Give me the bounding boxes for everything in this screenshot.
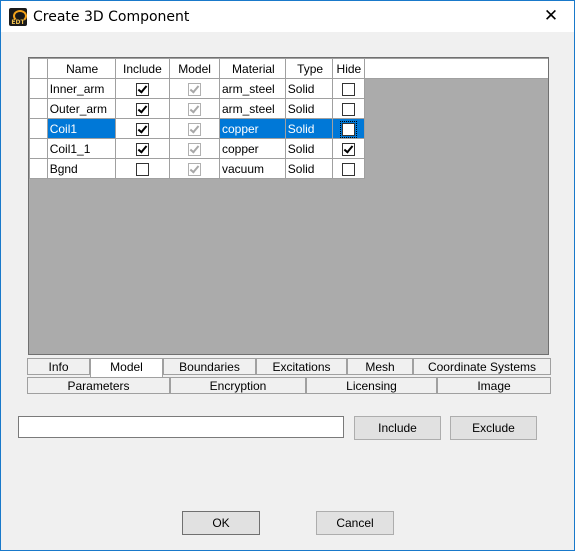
- cell-include: [114, 138, 171, 159]
- cell-material[interactable]: arm_steel: [218, 98, 286, 119]
- grid-corner-cell[interactable]: [29, 58, 48, 79]
- cell-type[interactable]: Solid: [284, 118, 334, 139]
- cell-hide: [332, 78, 366, 99]
- cell-hide: [332, 98, 366, 119]
- table-row[interactable]: Outer_arm arm_steel Solid: [29, 98, 549, 119]
- cell-material[interactable]: copper: [218, 118, 286, 139]
- cell-model: [169, 158, 220, 179]
- cell-name[interactable]: Coil1: [46, 118, 116, 139]
- cell-include: [114, 118, 171, 139]
- exclude-button[interactable]: Exclude: [450, 416, 537, 440]
- include-checkbox[interactable]: [135, 82, 149, 96]
- cell-material[interactable]: vacuum: [218, 158, 286, 179]
- tab-parameters[interactable]: Parameters: [27, 377, 170, 394]
- cell-hide: [332, 138, 366, 159]
- include-checkbox[interactable]: [135, 142, 149, 156]
- tab-info[interactable]: Info: [27, 358, 90, 375]
- row-header-cell[interactable]: [29, 138, 48, 159]
- model-checkbox: [188, 82, 202, 96]
- cell-hide: [332, 118, 366, 139]
- cancel-button[interactable]: Cancel: [316, 511, 394, 535]
- include-checkbox[interactable]: [135, 162, 149, 176]
- components-table: Name Include Model Material Type Hide In…: [29, 58, 548, 179]
- include-checkbox[interactable]: [135, 122, 149, 136]
- row-header-cell[interactable]: [29, 98, 48, 119]
- hide-checkbox[interactable]: [342, 102, 356, 116]
- include-button[interactable]: Include: [354, 416, 441, 440]
- column-header-type[interactable]: Type: [284, 58, 334, 79]
- app-logo-icon: EDT: [9, 8, 27, 26]
- tab-excitations[interactable]: Excitations: [256, 358, 347, 375]
- column-header-model[interactable]: Model: [169, 58, 220, 79]
- model-checkbox: [188, 102, 202, 116]
- cell-include: [114, 78, 171, 99]
- table-row[interactable]: Bgnd vacuum Solid: [29, 158, 549, 179]
- filter-input[interactable]: [18, 416, 344, 438]
- column-header-hide[interactable]: Hide: [332, 58, 366, 79]
- hide-checkbox[interactable]: [342, 142, 356, 156]
- cell-type[interactable]: Solid: [284, 138, 334, 159]
- hide-checkbox[interactable]: [340, 120, 358, 138]
- hide-checkbox[interactable]: [342, 82, 356, 96]
- components-grid: Name Include Model Material Type Hide In…: [28, 57, 549, 355]
- cell-model: [169, 118, 220, 139]
- cell-type[interactable]: Solid: [284, 78, 334, 99]
- cell-material[interactable]: arm_steel: [218, 78, 286, 99]
- dialog-window: EDT Create 3D Component ✕ Name Include M…: [0, 0, 575, 551]
- column-header-include[interactable]: Include: [114, 58, 171, 79]
- cell-name[interactable]: Inner_arm: [46, 78, 116, 99]
- tab-image[interactable]: Image: [437, 377, 551, 394]
- cell-include: [114, 98, 171, 119]
- cell-type[interactable]: Solid: [284, 158, 334, 179]
- column-header-material[interactable]: Material: [218, 58, 286, 79]
- title-bar[interactable]: EDT Create 3D Component ✕: [1, 1, 574, 32]
- cell-name[interactable]: Bgnd: [46, 158, 116, 179]
- row-header-cell[interactable]: [29, 78, 48, 99]
- cell-model: [169, 138, 220, 159]
- model-checkbox: [188, 122, 202, 136]
- dialog-title: Create 3D Component: [33, 9, 190, 25]
- cell-type[interactable]: Solid: [284, 98, 334, 119]
- cell-model: [169, 78, 220, 99]
- header-filler: [364, 58, 548, 79]
- tab-strip: Info Model Boundaries Excitations Mesh C…: [27, 358, 551, 398]
- tab-mesh[interactable]: Mesh: [347, 358, 413, 375]
- row-header-cell[interactable]: [29, 118, 48, 139]
- tab-encryption[interactable]: Encryption: [170, 377, 306, 394]
- cell-material[interactable]: copper: [218, 138, 286, 159]
- cell-model: [169, 98, 220, 119]
- cell-include: [114, 158, 171, 179]
- table-row[interactable]: Coil1 copper Solid: [29, 118, 549, 139]
- tab-boundaries[interactable]: Boundaries: [163, 358, 256, 375]
- tab-coordinate-systems[interactable]: Coordinate Systems: [413, 358, 551, 375]
- cell-name[interactable]: Outer_arm: [46, 98, 116, 119]
- tab-model[interactable]: Model: [90, 358, 163, 377]
- hide-checkbox[interactable]: [342, 162, 356, 176]
- cell-hide: [332, 158, 366, 179]
- row-header-cell[interactable]: [29, 158, 48, 179]
- tab-licensing[interactable]: Licensing: [306, 377, 437, 394]
- table-row[interactable]: Coil1_1 copper Solid: [29, 138, 549, 159]
- cell-name[interactable]: Coil1_1: [46, 138, 116, 159]
- model-checkbox: [188, 142, 202, 156]
- close-icon[interactable]: ✕: [528, 1, 574, 32]
- model-checkbox: [188, 162, 202, 176]
- include-checkbox[interactable]: [135, 102, 149, 116]
- ok-button[interactable]: OK: [182, 511, 260, 535]
- column-header-name[interactable]: Name: [46, 58, 116, 79]
- table-row[interactable]: Inner_arm arm_steel Solid: [29, 78, 549, 99]
- table-header-row: Name Include Model Material Type Hide: [29, 58, 548, 79]
